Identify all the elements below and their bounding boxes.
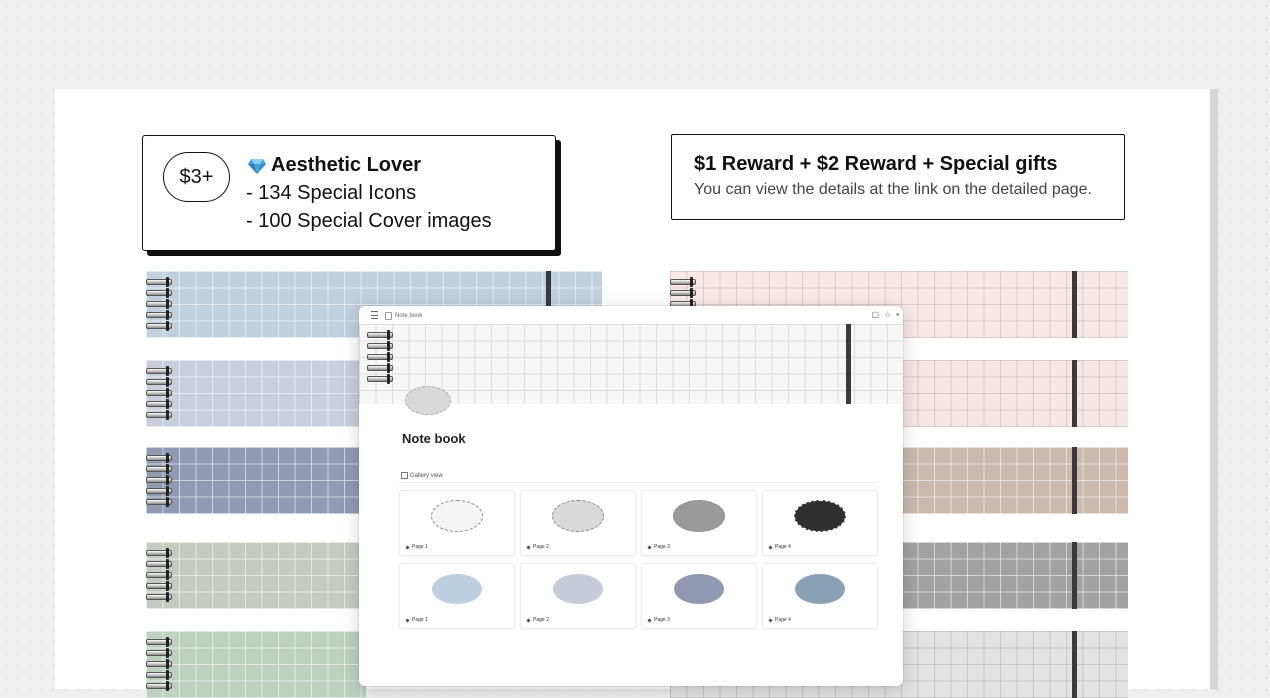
- page-icon: [647, 617, 652, 623]
- card-thumbnail: [763, 564, 877, 614]
- bookmark-band: [846, 324, 851, 404]
- spiral-rings: [367, 330, 393, 386]
- page-icon: [405, 617, 410, 623]
- card-label: Page 4: [768, 617, 791, 623]
- card-label-text: Page 2: [533, 544, 549, 550]
- spiral-rings: [146, 548, 172, 604]
- tier-title: Aesthetic Lover: [247, 154, 421, 177]
- more-icon[interactable]: •: [896, 310, 899, 319]
- card-label-text: Page 4: [775, 544, 791, 550]
- card-label-text: Page 2: [533, 617, 549, 623]
- bookmark-band: [1072, 542, 1077, 609]
- oval-icon: [673, 500, 725, 532]
- page-title: Note book: [402, 431, 466, 446]
- page-icon-badge[interactable]: [405, 386, 451, 415]
- page-icon: [385, 312, 392, 320]
- gallery-card[interactable]: Page 1: [399, 490, 515, 556]
- oval-icon: [795, 574, 845, 604]
- oval-icon: [553, 574, 603, 604]
- card-label-text: Page 1: [412, 617, 428, 623]
- page-icon: [768, 544, 773, 550]
- oval-icon: [432, 574, 482, 604]
- page-icon: [526, 544, 531, 550]
- page-icon: [405, 544, 410, 550]
- card-label: Page 4: [768, 544, 791, 550]
- bookmark-band: [1072, 447, 1077, 514]
- gallery-card[interactable]: Page 4: [762, 490, 878, 556]
- tier-feature-icons: - 134 Special Icons: [246, 182, 417, 204]
- spiral-rings: [146, 637, 172, 693]
- divider: [399, 482, 877, 483]
- gallery-card[interactable]: Page 4: [762, 563, 878, 629]
- breadcrumb-label: Note book: [395, 313, 423, 319]
- card-thumbnail: [642, 491, 756, 541]
- bookmark-band: [1072, 631, 1077, 698]
- star-icon[interactable]: ☆: [884, 310, 891, 319]
- card-label-text: Page 3: [654, 617, 670, 623]
- tier-feature-covers: - 100 Special Cover images: [246, 210, 492, 232]
- reward-title: $1 Reward + $2 Reward + Special gifts: [694, 153, 1058, 175]
- oval-icon: [794, 500, 846, 532]
- page-icon: [526, 617, 531, 623]
- gallery-card[interactable]: Page 3: [641, 490, 757, 556]
- gallery-card[interactable]: Page 2: [520, 490, 636, 556]
- gallery-card[interactable]: Page 1: [399, 563, 515, 629]
- gallery-card[interactable]: Page 2: [520, 563, 636, 629]
- tier-title-text: Aesthetic Lover: [271, 154, 422, 176]
- gem-icon: [248, 158, 266, 174]
- card-label: Page 3: [647, 544, 670, 550]
- page-icon: [647, 544, 652, 550]
- cover-image: [146, 447, 366, 514]
- card-thumbnail: [521, 491, 635, 541]
- gallery-card[interactable]: Page 3: [641, 563, 757, 629]
- oval-icon: [674, 574, 724, 604]
- reward-card: $1 Reward + $2 Reward + Special gifts Yo…: [671, 134, 1125, 220]
- card-label-text: Page 4: [775, 617, 791, 623]
- card-thumbnail: [400, 491, 514, 541]
- breadcrumb[interactable]: Note book: [385, 312, 422, 320]
- topbar-actions: ▢ ☆ •: [871, 310, 899, 319]
- card-label: Page 2: [526, 544, 549, 550]
- price-pill: $3+: [163, 152, 230, 202]
- spiral-rings: [146, 277, 172, 333]
- card-label: Page 3: [647, 617, 670, 623]
- reward-subtitle: You can view the details at the link on …: [694, 181, 1092, 198]
- card-thumbnail: [521, 564, 635, 614]
- cover-image: [146, 360, 366, 427]
- sheet-shadow-edge: [1210, 89, 1218, 689]
- comment-icon[interactable]: ▢: [871, 310, 879, 319]
- tier-card: $3+ Aesthetic Lover - 134 Special Icons …: [142, 135, 556, 251]
- cover-image: [146, 631, 366, 698]
- card-thumbnail: [400, 564, 514, 614]
- bookmark-band: [1072, 360, 1077, 427]
- card-label: Page 2: [526, 617, 549, 623]
- view-tab[interactable]: Gallery view: [401, 472, 443, 479]
- cover-image: [146, 542, 366, 609]
- oval-icon: [552, 500, 604, 532]
- card-thumbnail: [763, 491, 877, 541]
- spiral-rings: [146, 453, 172, 509]
- menu-icon[interactable]: [371, 311, 378, 319]
- view-label: Gallery view: [410, 472, 443, 479]
- notion-window: Note book ▢ ☆ • Note book Gallery view P…: [359, 306, 903, 686]
- spiral-rings: [146, 366, 172, 422]
- window-topbar: Note book ▢ ☆ •: [359, 306, 903, 326]
- page-icon: [768, 617, 773, 623]
- card-label: Page 1: [405, 617, 428, 623]
- oval-icon: [431, 500, 483, 532]
- bookmark-band: [1072, 271, 1077, 338]
- card-thumbnail: [642, 564, 756, 614]
- card-label-text: Page 1: [412, 544, 428, 550]
- card-label: Page 1: [405, 544, 428, 550]
- gallery-icon: [401, 472, 408, 479]
- card-label-text: Page 3: [654, 544, 670, 550]
